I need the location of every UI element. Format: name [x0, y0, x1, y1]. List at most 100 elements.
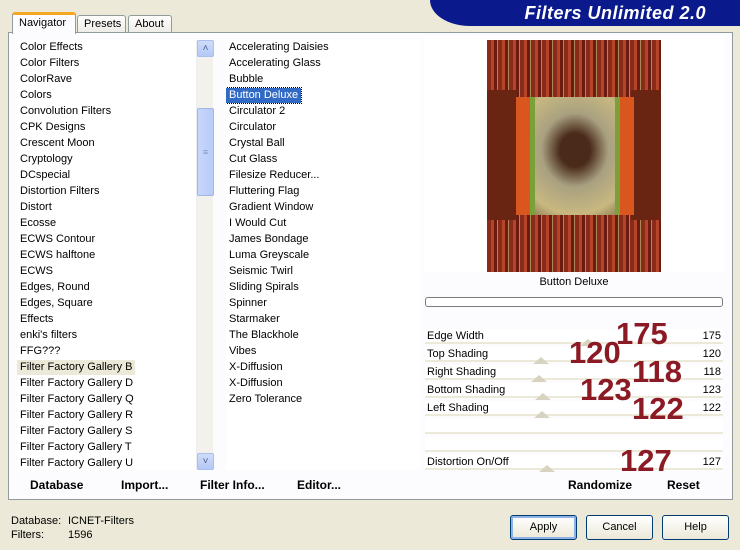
- category-item[interactable]: ColorRave: [17, 72, 75, 87]
- import-button[interactable]: Import...: [121, 478, 168, 498]
- category-item[interactable]: ECWS halftone: [17, 248, 98, 263]
- category-item[interactable]: Color Filters: [17, 56, 82, 71]
- category-item[interactable]: Filter Factory Gallery U: [17, 456, 136, 470]
- category-item[interactable]: ECWS: [17, 264, 56, 279]
- filter-item[interactable]: Zero Tolerance: [226, 392, 305, 407]
- filter-item[interactable]: Gradient Window: [226, 200, 316, 215]
- filters-label: Filters:: [11, 529, 44, 541]
- tab-about[interactable]: About: [128, 15, 172, 33]
- slider-value: 123: [702, 384, 721, 396]
- slider-value: 175: [702, 330, 721, 342]
- slider-label: Right Shading: [427, 366, 497, 378]
- filter-item[interactable]: Circulator 2: [226, 104, 288, 119]
- category-list[interactable]: Color Effects Color Filters ColorRave Color…: [17, 40, 196, 470]
- category-item[interactable]: Filter Factory Gallery D: [17, 376, 136, 391]
- tab-presets[interactable]: Presets: [77, 15, 126, 33]
- randomize-button[interactable]: Randomize: [568, 478, 632, 498]
- reset-button[interactable]: Reset: [667, 478, 700, 498]
- category-item[interactable]: Convolution Filters: [17, 104, 114, 119]
- category-item[interactable]: Filter Factory Gallery B: [17, 360, 136, 375]
- slider-thumb[interactable]: [534, 411, 551, 418]
- app-banner: Filters Unlimited 2.0: [430, 0, 740, 26]
- category-item[interactable]: Filter Factory Gallery T: [17, 440, 135, 455]
- category-item[interactable]: Ecosse: [17, 216, 59, 231]
- editor-button[interactable]: Editor...: [297, 478, 341, 498]
- filter-item[interactable]: X-Diffusion: [226, 360, 286, 375]
- preview-area: [424, 36, 724, 272]
- filter-item[interactable]: Sliding Spirals: [226, 280, 302, 295]
- filter-item[interactable]: Spinner: [226, 296, 270, 311]
- annotation-value: 123: [580, 372, 632, 407]
- filter-info-button[interactable]: Filter Info...: [200, 478, 265, 498]
- scroll-down-icon[interactable]: ˅: [197, 453, 214, 470]
- filter-item[interactable]: Starmaker: [226, 312, 283, 327]
- slider-label: Edge Width: [427, 330, 484, 342]
- category-item[interactable]: Distort: [17, 200, 55, 215]
- filter-item[interactable]: Fluttering Flag: [226, 184, 302, 199]
- slider-thumb[interactable]: [530, 375, 547, 382]
- app-title: Filters Unlimited 2.0: [524, 3, 706, 23]
- filter-item[interactable]: Vibes: [226, 344, 259, 359]
- database-value: ICNET-Filters: [68, 515, 134, 527]
- filter-item[interactable]: X-Diffusion: [226, 376, 286, 391]
- category-item[interactable]: ECWS Contour: [17, 232, 98, 247]
- database-label: Database:: [11, 515, 62, 527]
- category-item[interactable]: Distortion Filters: [17, 184, 102, 199]
- category-item[interactable]: enki's filters: [17, 328, 80, 343]
- category-item[interactable]: Color Effects: [17, 40, 86, 55]
- preview-image: [487, 40, 661, 272]
- category-item[interactable]: CPK Designs: [17, 120, 88, 135]
- annotation-value: 122: [632, 391, 684, 426]
- tab-navigator[interactable]: Navigator: [12, 12, 76, 34]
- filter-item[interactable]: I Would Cut: [226, 216, 289, 231]
- filter-item[interactable]: Filesize Reducer...: [226, 168, 322, 183]
- filter-item[interactable]: Crystal Ball: [226, 136, 288, 151]
- category-item[interactable]: Filter Factory Gallery S: [17, 424, 135, 439]
- slider-thumb[interactable]: [538, 465, 555, 472]
- slider-thumb[interactable]: [535, 393, 552, 400]
- category-item[interactable]: Filter Factory Gallery Q: [17, 392, 137, 407]
- category-item[interactable]: Filter Factory Gallery R: [17, 408, 136, 423]
- category-item[interactable]: Cryptology: [17, 152, 76, 167]
- cancel-button[interactable]: Cancel: [586, 515, 653, 540]
- filter-item[interactable]: Bubble: [226, 72, 266, 87]
- annotation-value: 120: [569, 335, 621, 370]
- category-item[interactable]: FFG???: [17, 344, 63, 359]
- slider-row[interactable]: [425, 437, 723, 452]
- filter-list[interactable]: Accelerating Daisies Accelerating Glass Bu…: [226, 40, 420, 470]
- slider-value: 120: [702, 348, 721, 360]
- slider-value: 118: [703, 366, 721, 378]
- filter-item[interactable]: Button Deluxe: [226, 87, 303, 104]
- filter-item[interactable]: Circulator: [226, 120, 279, 135]
- slider-label: Left Shading: [427, 402, 489, 414]
- filter-item[interactable]: Cut Glass: [226, 152, 280, 167]
- category-item[interactable]: Crescent Moon: [17, 136, 98, 151]
- slider-thumb[interactable]: [532, 357, 549, 364]
- filter-item[interactable]: James Bondage: [226, 232, 312, 247]
- slider-row[interactable]: Distortion On/Off 127: [425, 455, 723, 470]
- category-item[interactable]: Edges, Round: [17, 280, 93, 295]
- scroll-thumb[interactable]: ≡: [197, 108, 214, 196]
- category-item[interactable]: Effects: [17, 312, 56, 327]
- slider-label: Distortion On/Off: [427, 456, 509, 468]
- filter-item[interactable]: Seismic Twirl: [226, 264, 296, 279]
- database-button[interactable]: Database: [30, 478, 83, 498]
- slider-value: 127: [702, 456, 721, 468]
- filter-item[interactable]: Luma Greyscale: [226, 248, 312, 263]
- scroll-up-icon[interactable]: ˄: [197, 40, 214, 57]
- slider-value: 122: [702, 402, 721, 414]
- annotation-value: 118: [632, 354, 683, 389]
- filter-item[interactable]: Accelerating Daisies: [226, 40, 332, 55]
- annotation-value: 127: [620, 443, 672, 478]
- category-item[interactable]: Edges, Square: [17, 296, 96, 311]
- help-button[interactable]: Help: [662, 515, 729, 540]
- filter-item[interactable]: The Blackhole: [226, 328, 302, 343]
- preview-filter-name: Button Deluxe: [539, 276, 609, 288]
- slider-label: Top Shading: [427, 348, 489, 360]
- apply-button[interactable]: Apply: [510, 515, 577, 540]
- category-scrollbar[interactable]: ˄ ≡ ˅: [196, 40, 214, 470]
- category-item[interactable]: DCspecial: [17, 168, 73, 183]
- category-item[interactable]: Colors: [17, 88, 55, 103]
- filter-item[interactable]: Accelerating Glass: [226, 56, 324, 71]
- annotation-value: 175: [616, 316, 668, 351]
